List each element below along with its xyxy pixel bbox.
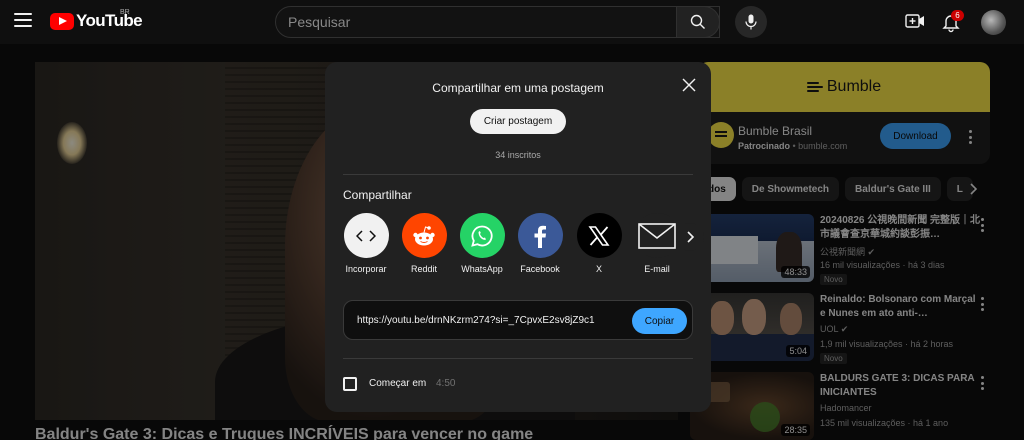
share-target-label: X — [595, 264, 602, 274]
country-code: BR — [120, 9, 130, 16]
share-scroll-next-button[interactable] — [676, 223, 704, 251]
share-x[interactable]: X — [571, 213, 627, 274]
top-bar: YouTube BR Pesquisar 6 — [0, 0, 1024, 44]
search-button[interactable] — [676, 6, 720, 38]
email-icon — [634, 213, 680, 258]
logo-text: YouTube — [76, 11, 143, 30]
share-target-label: E-mail — [644, 264, 670, 274]
share-section-label: Compartilhar — [343, 188, 412, 202]
youtube-play-icon — [50, 12, 74, 30]
microphone-icon — [745, 14, 757, 30]
chevron-right-icon — [687, 231, 695, 243]
share-target-label: Reddit — [410, 264, 437, 274]
share-dialog-title: Compartilhar em uma postagem — [432, 81, 604, 95]
share-embed[interactable]: Incorporar — [338, 213, 394, 274]
divider — [343, 358, 693, 359]
facebook-icon — [517, 213, 563, 258]
share-url-field[interactable]: https://youtu.be/drnNKzrm274?si=_7CpvxE2… — [343, 300, 693, 340]
youtube-logo[interactable]: YouTube BR — [50, 9, 143, 31]
embed-icon — [343, 213, 389, 258]
menu-icon[interactable] — [14, 13, 32, 27]
share-target-label: WhatsApp — [461, 264, 503, 274]
search-icon — [690, 14, 705, 29]
search-input[interactable]: Pesquisar — [275, 6, 720, 38]
reddit-icon — [401, 213, 447, 258]
share-target-label: Incorporar — [345, 264, 387, 274]
create-post-button[interactable]: Criar postagem — [470, 109, 566, 134]
search-placeholder: Pesquisar — [288, 14, 351, 30]
create-video-icon[interactable] — [905, 12, 925, 30]
x-icon — [576, 213, 622, 258]
share-target-label: Facebook — [520, 264, 560, 274]
subscriber-count: 34 inscritos — [495, 150, 541, 160]
copy-button[interactable]: Copiar — [632, 308, 687, 334]
share-url: https://youtu.be/drnNKzrm274?si=_7CpvxE2… — [357, 315, 595, 326]
share-dialog: Compartilhar em uma postagem Criar posta… — [325, 62, 711, 412]
notification-badge: 6 — [951, 10, 964, 21]
share-reddit[interactable]: Reddit — [396, 213, 452, 274]
voice-search-button[interactable] — [735, 6, 767, 38]
start-at-checkbox[interactable] — [343, 377, 357, 391]
share-whatsapp[interactable]: WhatsApp — [454, 213, 510, 274]
share-facebook[interactable]: Facebook — [512, 213, 568, 274]
whatsapp-icon — [459, 213, 505, 258]
youtube-watch-page: YouTube BR Pesquisar 6 Baldur's Gate 3: … — [0, 0, 1024, 440]
share-targets: Incorporar Reddit WhatsApp Facebook X E-… — [343, 213, 695, 283]
close-icon[interactable] — [682, 78, 696, 92]
divider — [343, 174, 693, 175]
share-email[interactable]: E-mail — [629, 213, 685, 274]
start-at-label: Começar em — [369, 378, 427, 389]
start-at-time[interactable]: 4:50 — [436, 378, 455, 389]
account-avatar[interactable] — [981, 10, 1006, 35]
